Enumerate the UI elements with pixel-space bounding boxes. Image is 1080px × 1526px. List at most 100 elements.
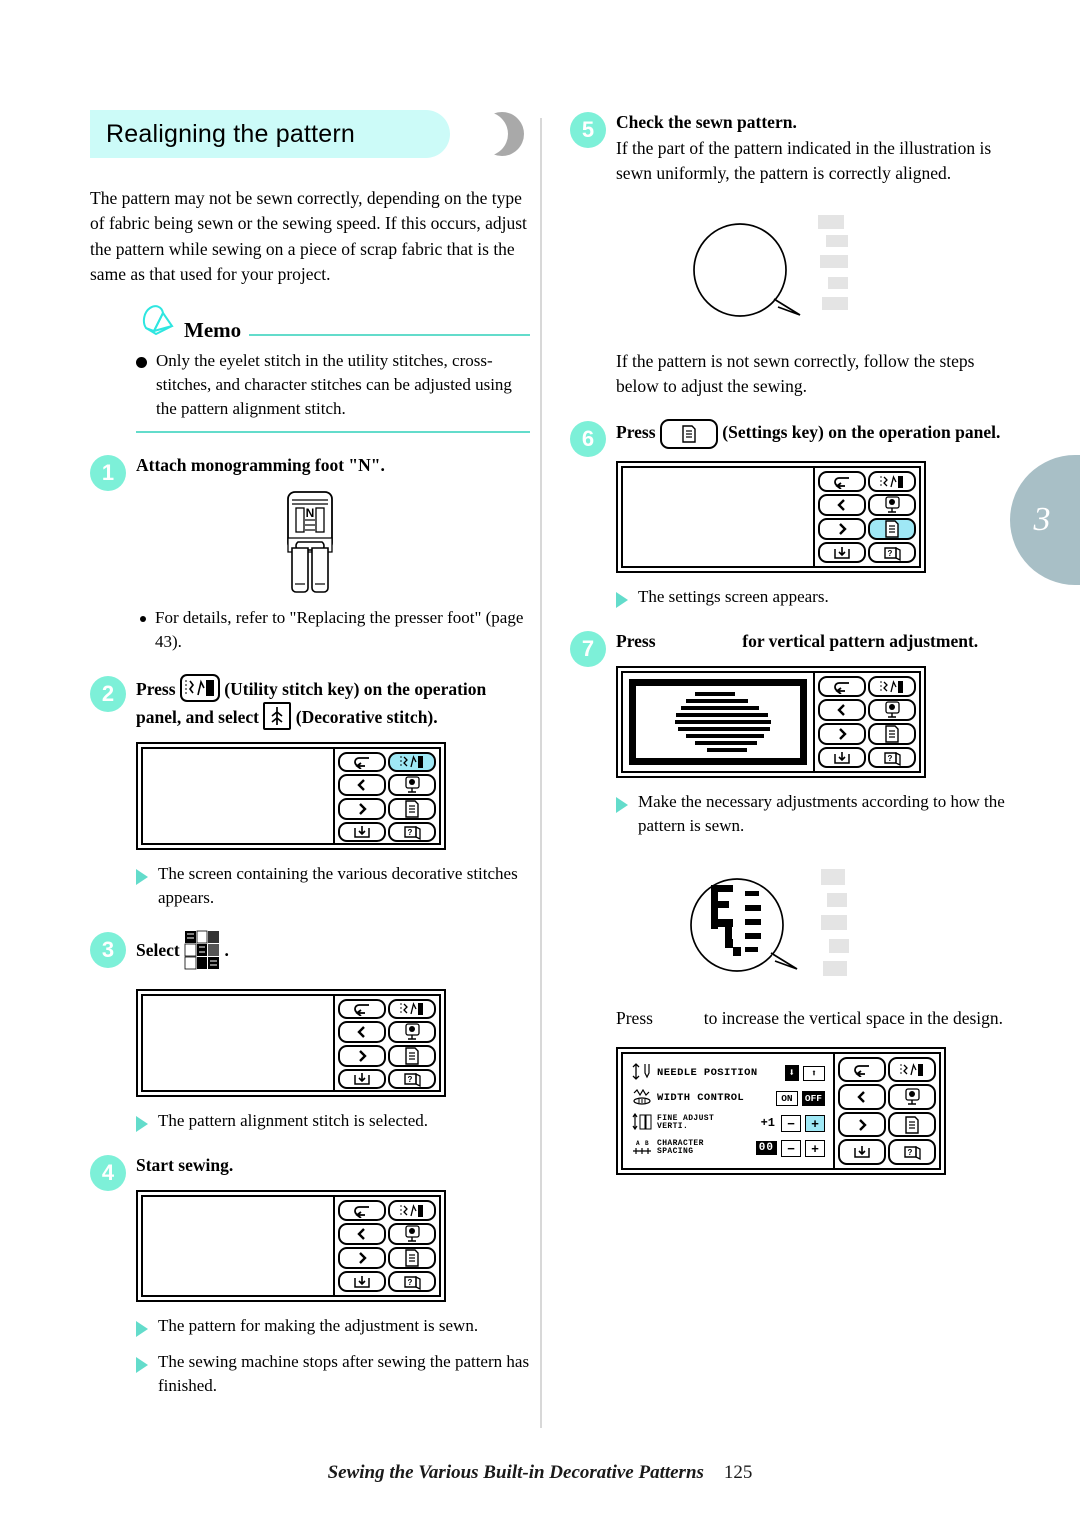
step-7-text-part2: for vertical pattern adjustment. xyxy=(742,631,979,652)
utility-stitch-key[interactable] xyxy=(388,1200,436,1222)
step-5-body: If the part of the pattern indicated in … xyxy=(616,137,992,184)
fine-adjust-value: +1 xyxy=(760,1116,775,1131)
result-arrow-icon xyxy=(616,797,628,814)
memo-item: Only the eyelet stitch in the utility st… xyxy=(136,349,530,421)
presser-foot-key[interactable] xyxy=(868,699,916,722)
settings-key[interactable] xyxy=(868,518,916,541)
back-key[interactable] xyxy=(338,1200,386,1222)
intro-paragraph: The pattern may not be sewn correctly, d… xyxy=(90,188,527,285)
utility-stitch-key[interactable] xyxy=(388,751,436,772)
next-key[interactable] xyxy=(838,1111,886,1138)
step-2-text-part3: (Decorative stitch). xyxy=(295,706,438,727)
help-key[interactable]: ? xyxy=(388,1069,436,1090)
previous-key[interactable] xyxy=(338,1021,386,1044)
help-key[interactable]: ? xyxy=(388,1271,436,1293)
footer-section-title: Sewing the Various Built-in Decorative P… xyxy=(327,1462,704,1483)
setting-label-width-control: WIDTH CONTROL xyxy=(657,1091,745,1104)
help-key[interactable]: ? xyxy=(868,747,916,769)
back-key[interactable] xyxy=(338,999,386,1020)
next-key[interactable] xyxy=(818,518,866,541)
setting-row-fine-adjust: FINE ADJUST VERTI. +1 − + xyxy=(631,1112,825,1134)
utility-stitch-key-icon xyxy=(179,673,220,702)
result-arrow-icon xyxy=(136,1357,148,1374)
step-6-title: Press (Settings key) on the operation pa… xyxy=(616,419,1010,450)
utility-stitch-key[interactable] xyxy=(868,471,916,493)
next-key[interactable] xyxy=(338,1247,386,1270)
memo-bottom-rule xyxy=(136,430,530,433)
presser-foot-key[interactable] xyxy=(388,773,436,796)
memory-save-key[interactable] xyxy=(338,1069,386,1090)
needle-position-icon xyxy=(631,1063,653,1084)
settings-screen: NEEDLE POSITION ⬇ ⬆ WIDTH CONTROL ON OFF… xyxy=(623,1053,835,1168)
step-4-result-2: The sewing machine stops after sewing th… xyxy=(136,1350,530,1398)
step-2-result-text: The screen containing the various decora… xyxy=(158,863,518,908)
pattern-row xyxy=(695,692,735,697)
back-key[interactable] xyxy=(338,751,386,772)
step-6-text-part2: (Settings key) on the operation panel. xyxy=(722,422,1001,443)
memo-rule xyxy=(249,333,530,336)
memo-title: Memo xyxy=(184,317,242,342)
needle-down-option[interactable]: ⬇ xyxy=(785,1065,799,1082)
presser-foot-key[interactable] xyxy=(888,1084,936,1110)
memory-save-key[interactable] xyxy=(338,821,386,842)
step-6: 6 Press (Settings key) on the operation … xyxy=(570,419,1010,458)
settings-key[interactable] xyxy=(388,1247,436,1270)
step-4-result-1-text: The pattern for making the adjustment is… xyxy=(158,1316,479,1336)
previous-key[interactable] xyxy=(838,1084,886,1110)
fine-adjust-minus-button[interactable]: − xyxy=(781,1114,801,1132)
settings-key[interactable] xyxy=(388,1045,436,1068)
character-spacing-plus-button[interactable]: + xyxy=(805,1139,825,1157)
step-4-result-2-text: The sewing machine stops after sewing th… xyxy=(158,1352,530,1396)
utility-stitch-key[interactable] xyxy=(388,999,436,1020)
lcd-panel-step6: ? xyxy=(616,461,926,574)
next-key[interactable] xyxy=(338,1045,386,1068)
back-key[interactable] xyxy=(818,676,866,698)
alignment-stitch-pattern xyxy=(642,692,794,753)
fine-adjust-icon xyxy=(631,1112,653,1134)
memory-save-key[interactable] xyxy=(818,747,866,769)
back-key[interactable] xyxy=(818,471,866,493)
svg-text:?: ? xyxy=(407,828,412,837)
help-key[interactable]: ? xyxy=(888,1139,936,1165)
settings-key[interactable] xyxy=(868,723,916,746)
pattern-row xyxy=(676,713,768,718)
settings-key[interactable] xyxy=(388,797,436,820)
step-3-text-part2: . xyxy=(224,940,229,961)
character-spacing-minus-button[interactable]: − xyxy=(781,1139,801,1157)
next-key[interactable] xyxy=(818,723,866,746)
step-3-result: The pattern alignment stitch is selected… xyxy=(136,1109,530,1133)
step-3: 3 Select . xyxy=(90,930,530,977)
fine-adjust-plus-button[interactable]: + xyxy=(805,1114,825,1132)
settings-key[interactable] xyxy=(888,1111,936,1138)
help-key[interactable]: ? xyxy=(868,542,916,564)
presser-foot-key[interactable] xyxy=(388,1021,436,1044)
char-spacing-line2: SPACING xyxy=(657,1147,694,1157)
previous-key[interactable] xyxy=(338,773,386,796)
lcd-screen xyxy=(623,468,815,567)
memo-item-text: Only the eyelet stitch in the utility st… xyxy=(156,350,512,418)
previous-key[interactable] xyxy=(818,494,866,517)
step-number: 6 xyxy=(570,421,606,458)
help-key[interactable]: ? xyxy=(388,821,436,842)
decorative-stitch-icon xyxy=(263,701,292,730)
previous-key[interactable] xyxy=(338,1223,386,1246)
width-control-off-option[interactable]: OFF xyxy=(801,1090,825,1106)
needle-up-option[interactable]: ⬆ xyxy=(803,1065,825,1081)
step-7-text-part1: Press xyxy=(616,631,656,652)
back-key[interactable] xyxy=(838,1056,886,1083)
setting-label-character-spacing: CHARACTER SPACING xyxy=(657,1139,752,1157)
lcd-screen xyxy=(143,996,335,1091)
utility-stitch-key[interactable] xyxy=(868,676,916,698)
presser-foot-key[interactable] xyxy=(868,494,916,517)
next-key[interactable] xyxy=(338,797,386,820)
bullet-icon xyxy=(136,356,147,368)
previous-key[interactable] xyxy=(818,699,866,722)
step-7-result: Make the necessary adjustments according… xyxy=(616,790,1010,838)
memory-save-key[interactable] xyxy=(818,542,866,564)
memory-save-key[interactable] xyxy=(838,1139,886,1165)
utility-stitch-key[interactable] xyxy=(888,1056,936,1083)
step-3-title: Select . xyxy=(136,930,530,977)
presser-foot-key[interactable] xyxy=(388,1223,436,1246)
width-control-on-option[interactable]: ON xyxy=(775,1090,798,1106)
memory-save-key[interactable] xyxy=(338,1271,386,1293)
